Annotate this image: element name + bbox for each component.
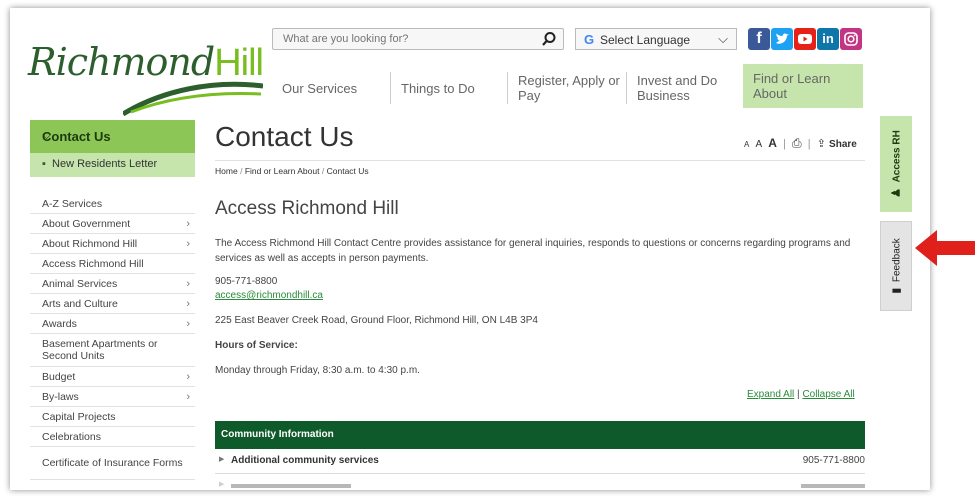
font-size-large-button[interactable]: A bbox=[768, 136, 777, 150]
chevron-down-icon: ⌵ bbox=[42, 128, 52, 142]
sidebar-item-by-laws[interactable]: By-laws › bbox=[30, 387, 195, 407]
collapse-all-link[interactable]: Collapse All bbox=[802, 389, 854, 400]
hours-text: Monday through Friday, 8:30 a.m. to 4:30… bbox=[215, 365, 420, 376]
access-rh-label: ♟ Access RH bbox=[890, 130, 903, 198]
share-button[interactable]: Share bbox=[829, 139, 857, 150]
sidebar-item-capital-projects[interactable]: Capital Projects bbox=[30, 407, 195, 427]
accordion-item-additional-community-services[interactable]: ▶ Additional community services 905-771-… bbox=[215, 449, 865, 474]
breadcrumb-home[interactable]: Home bbox=[215, 166, 238, 176]
richmond-hill-logo[interactable]: RichmondHill bbox=[28, 38, 264, 118]
breadcrumb-separator: / bbox=[321, 166, 325, 176]
chevron-right-icon: › bbox=[186, 390, 190, 403]
sidebar-item-basement-apartments[interactable]: Basement Apartments or Second Units bbox=[30, 334, 195, 367]
caret-right-icon: ▶ bbox=[219, 481, 225, 488]
page-title: Contact Us bbox=[215, 121, 354, 152]
print-icon[interactable]: ⎙ bbox=[792, 136, 802, 150]
language-select[interactable]: G Select Language ⌵ bbox=[575, 28, 737, 50]
nav-register-apply-pay[interactable]: Register, Apply or Pay bbox=[510, 68, 622, 108]
bullet-icon: ▪ bbox=[42, 158, 53, 170]
breadcrumb-find-or-learn[interactable]: Find or Learn About bbox=[245, 166, 320, 176]
twitter-icon[interactable] bbox=[771, 28, 793, 50]
breadcrumb-separator: / bbox=[240, 166, 243, 176]
cut-off-text-fragment bbox=[231, 484, 351, 488]
hours-label: Hours of Service: bbox=[215, 340, 298, 351]
search-icon[interactable] bbox=[541, 31, 557, 47]
search-input[interactable] bbox=[273, 29, 543, 49]
caret-right-icon: ▶ bbox=[219, 456, 225, 463]
chevron-right-icon: › bbox=[186, 237, 190, 250]
community-information-header: Community Information bbox=[215, 421, 865, 449]
chevron-right-icon: › bbox=[186, 217, 190, 230]
accordion-item-cut-off: ▶ bbox=[215, 474, 865, 490]
sidebar-list: A-Z Services About Government › About Ric… bbox=[30, 194, 195, 480]
expand-all-link[interactable]: Expand All bbox=[747, 389, 794, 400]
access-rh-tab[interactable]: ♟ Access RH bbox=[880, 116, 912, 212]
feedback-label: ▮ Feedback bbox=[890, 238, 903, 294]
nav-divider bbox=[626, 72, 627, 104]
nav-our-services[interactable]: Our Services bbox=[274, 68, 386, 108]
comment-icon: ▮ bbox=[890, 287, 903, 294]
sidebar-item-a-z-services[interactable]: A-Z Services bbox=[30, 194, 195, 214]
breadcrumb-current: Contact Us bbox=[326, 166, 369, 176]
nav-find-or-learn-about[interactable]: Find or Learn About bbox=[743, 64, 863, 108]
sidebar-item-certificate-of-insurance[interactable]: Certificate of Insurance Forms bbox=[30, 447, 195, 480]
sidebar-item-new-residents-letter[interactable]: ▪ New Residents Letter bbox=[30, 153, 195, 177]
sidebar-item-about-government[interactable]: About Government › bbox=[30, 214, 195, 234]
nav-divider bbox=[390, 72, 391, 104]
red-arrow-icon bbox=[915, 230, 975, 266]
sidebar-item-awards[interactable]: Awards › bbox=[30, 314, 195, 334]
browser-page: RichmondHill G Select Language ⌵ f in Ou… bbox=[10, 8, 930, 490]
logo-swoosh-icon bbox=[123, 81, 263, 116]
breadcrumb: Home / Find or Learn About / Contact Us bbox=[215, 166, 369, 176]
youtube-icon[interactable] bbox=[794, 28, 816, 50]
person-icon: ♟ bbox=[890, 187, 903, 198]
phone-number: 905-771-8800 bbox=[215, 276, 278, 287]
language-select-label: Select Language bbox=[600, 33, 691, 47]
title-divider bbox=[215, 160, 865, 161]
description-text: The Access Richmond Hill Contact Centre … bbox=[215, 238, 851, 264]
nav-things-to-do[interactable]: Things to Do bbox=[393, 68, 503, 108]
address-text: 225 East Beaver Creek Road, Ground Floor… bbox=[215, 315, 538, 326]
section-title: Access Richmond Hill bbox=[215, 198, 399, 219]
tools-divider: | bbox=[804, 138, 814, 150]
linkedin-icon[interactable]: in bbox=[817, 28, 839, 50]
sidebar-item-budget[interactable]: Budget › bbox=[30, 367, 195, 387]
expand-collapse-controls: Expand All | Collapse All bbox=[747, 389, 855, 400]
google-icon: G bbox=[584, 32, 595, 47]
feedback-tab[interactable]: ▮ Feedback bbox=[880, 221, 912, 311]
sidebar-item-animal-services[interactable]: Animal Services › bbox=[30, 274, 195, 294]
chevron-right-icon: › bbox=[186, 370, 190, 383]
share-icon[interactable]: ⇪ bbox=[817, 138, 826, 150]
sidebar-heading[interactable]: Contact Us ⌵ bbox=[30, 120, 195, 153]
youtube-play-icon bbox=[798, 34, 812, 44]
sidebar-sub-label: ▪ New Residents Letter bbox=[42, 158, 158, 170]
accordion-item-label: Additional community services bbox=[231, 455, 379, 466]
sidebar-item-about-richmond-hill[interactable]: About Richmond Hill › bbox=[30, 234, 195, 254]
sidebar-item-celebrations[interactable]: Celebrations bbox=[30, 427, 195, 447]
chevron-right-icon: › bbox=[186, 297, 190, 310]
community-information-label: Community Information bbox=[221, 429, 334, 440]
nav-invest-business[interactable]: Invest and Do Business bbox=[629, 68, 739, 108]
twitter-bird-icon bbox=[776, 33, 789, 44]
expand-separator: | bbox=[797, 389, 800, 400]
text-tools: A A A | ⎙ | ⇪ Share bbox=[744, 136, 857, 151]
instagram-camera-icon bbox=[844, 32, 858, 46]
tools-divider: | bbox=[780, 138, 789, 150]
accordion-item-phone: 905-771-8800 bbox=[802, 455, 865, 466]
cut-off-text-fragment bbox=[801, 484, 865, 488]
sidebar-item-access-richmond-hill[interactable]: Access Richmond Hill bbox=[30, 254, 195, 274]
chevron-down-icon: ⌵ bbox=[718, 31, 728, 46]
instagram-icon[interactable] bbox=[840, 28, 862, 50]
chevron-right-icon: › bbox=[186, 317, 190, 330]
facebook-icon[interactable]: f bbox=[748, 28, 770, 50]
sidebar-item-arts-and-culture[interactable]: Arts and Culture › bbox=[30, 294, 195, 314]
search-box bbox=[272, 28, 564, 50]
font-size-medium-button[interactable]: A bbox=[755, 139, 762, 150]
nav-divider bbox=[507, 72, 508, 104]
chevron-right-icon: › bbox=[186, 277, 190, 290]
font-size-small-button[interactable]: A bbox=[744, 140, 749, 149]
email-link[interactable]: access@richmondhill.ca bbox=[215, 290, 323, 301]
